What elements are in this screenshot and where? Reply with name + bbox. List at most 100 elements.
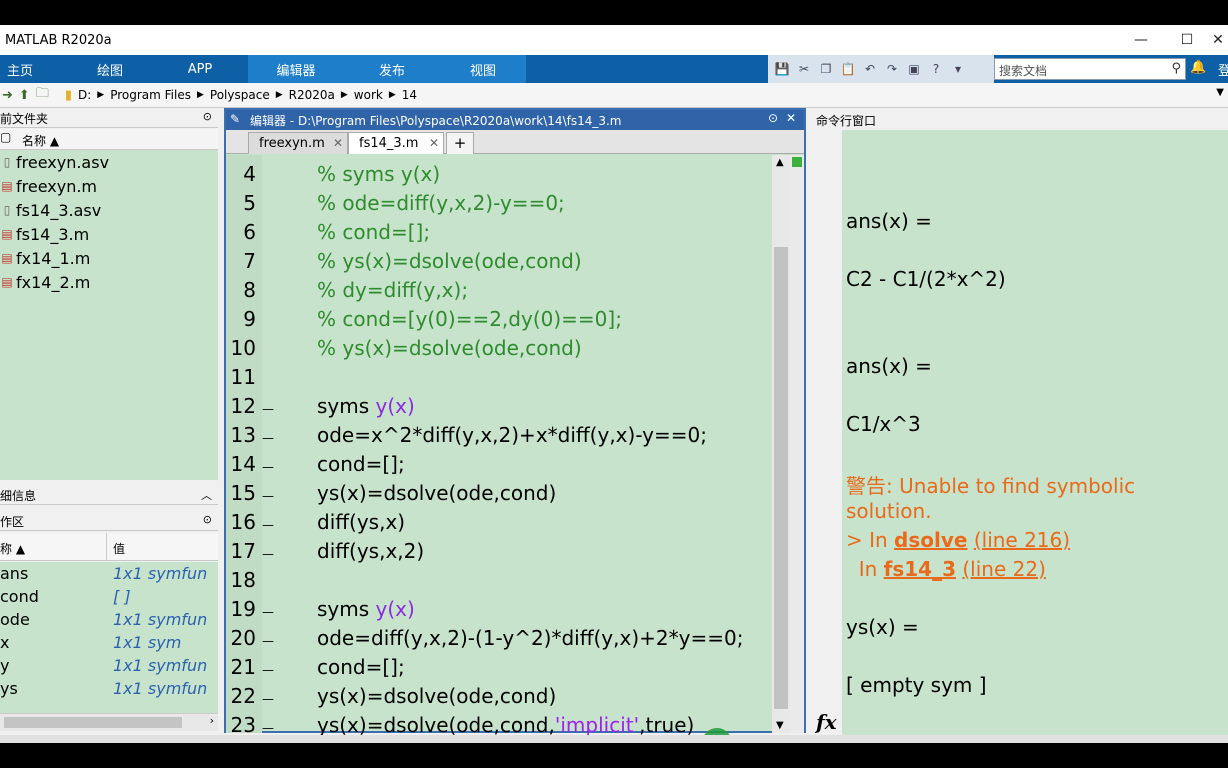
breakpoint-marker[interactable]: — — [262, 402, 274, 416]
tab-freexyn[interactable]: freexyn.m ✕ — [248, 132, 348, 154]
browse-icon[interactable]: 🗀 — [36, 84, 49, 106]
code-line[interactable]: 22 — ys(x)=dsolve(ode,cond) — [226, 684, 772, 713]
maximize-button[interactable]: ☐ — [1164, 25, 1210, 55]
tab-editor[interactable]: 编辑器 — [248, 55, 344, 83]
code-line[interactable]: 4 % syms y(x) — [226, 162, 772, 191]
close-editor-icon[interactable]: ✕ — [786, 111, 796, 125]
bell-icon[interactable]: 🔔 — [1190, 60, 1206, 75]
line-number: 14 — [230, 452, 256, 476]
code-line[interactable]: 7 % ys(x)=dsolve(ode,cond) — [226, 249, 772, 278]
dsolve-link[interactable]: dsolve — [894, 528, 967, 552]
dropdown-icon[interactable]: ▾ — [948, 59, 968, 79]
fs14-3-link[interactable]: fs14_3 — [884, 557, 956, 581]
cut-icon[interactable]: ✂ — [794, 59, 814, 79]
breakpoint-marker[interactable]: — — [262, 634, 274, 648]
table-row[interactable]: cond[ ] — [0, 585, 218, 608]
forward-icon[interactable]: ➜ — [2, 88, 13, 103]
tab-publish[interactable]: 发布 — [344, 55, 440, 83]
code-line[interactable]: 6 % cond=[]; — [226, 220, 772, 249]
code-line[interactable]: 16 — diff(ys,x) — [226, 510, 772, 539]
panel-menu-icon[interactable]: ⊙ — [203, 110, 212, 123]
breakpoint-marker[interactable]: — — [262, 431, 274, 445]
redo-icon[interactable]: ↷ — [882, 59, 902, 79]
crumb-drive[interactable]: D: ▶ — [78, 88, 104, 102]
line-number: 15 — [230, 481, 256, 505]
tab-view[interactable]: 视图 — [440, 55, 526, 83]
table-row[interactable]: ans 1x1 symfun — [0, 562, 218, 585]
help-icon[interactable]: ? — [926, 59, 946, 79]
address-dropdown-icon[interactable]: ▼ — [1216, 87, 1224, 98]
table-row[interactable]: y 1x1 symfun — [0, 654, 218, 677]
code-line[interactable]: 13 — ode=x^2*diff(y,x,2)+x*diff(y,x)-y==0; — [226, 423, 772, 452]
tab-fs14-3[interactable]: fs14_3.m ✕ — [348, 132, 444, 154]
list-item[interactable]: ▯ freexyn.asv — [0, 150, 218, 174]
breakpoint-marker[interactable]: — — [262, 605, 274, 619]
code-line[interactable]: 17 — diff(ys,x,2) — [226, 539, 772, 568]
breakpoint-marker[interactable]: — — [262, 489, 274, 503]
code-line[interactable]: 19 — syms y(x) — [226, 597, 772, 626]
code-line[interactable]: 8 % dy=diff(y,x); — [226, 278, 772, 307]
code-line[interactable]: 11 — [226, 365, 772, 394]
code-line[interactable]: 21 — cond=[]; — [226, 655, 772, 684]
close-tab-icon[interactable]: ✕ — [333, 136, 343, 150]
save-icon[interactable]: 💾 — [772, 59, 792, 79]
table-row[interactable]: x 1x1 sym — [0, 631, 218, 654]
breakpoint-marker[interactable]: — — [262, 721, 274, 735]
code-line[interactable]: 12 — syms y(x) — [226, 394, 772, 423]
close-tab-icon[interactable]: ✕ — [429, 136, 439, 150]
code-text: ys(x)=dsolve(ode,cond) — [317, 684, 557, 708]
list-item[interactable]: ▤ fx14_1.m — [0, 246, 218, 270]
crumb-polyspace[interactable]: Polyspace ▶ — [210, 88, 283, 102]
crumb-r2020a[interactable]: R2020a ▶ — [289, 88, 348, 102]
editor-vscrollbar[interactable]: ▲ ▼ — [772, 155, 790, 733]
list-item[interactable]: ▤ fs14_3.m — [0, 222, 218, 246]
breakpoint-marker[interactable]: — — [262, 460, 274, 474]
code-editor[interactable]: 4 % syms y(x) 5 % ode=diff(y,x,2)-y==0; 6 % c… — [226, 155, 772, 737]
workspace-hscrollbar[interactable]: › — [0, 713, 218, 731]
undo-icon[interactable]: ↶ — [860, 59, 880, 79]
editor-tab-strip: freexyn.m ✕ fs14_3.m ✕ + — [226, 130, 804, 154]
code-line[interactable]: 14 — cond=[]; — [226, 452, 772, 481]
table-row[interactable]: ys 1x1 symfun — [0, 677, 218, 700]
breakpoint-marker[interactable]: — — [262, 692, 274, 706]
tab-apps[interactable]: APP — [180, 55, 220, 83]
breakpoint-marker[interactable]: — — [262, 663, 274, 677]
switch-windows-icon[interactable]: ▣ — [904, 59, 924, 79]
code-line[interactable]: 20 — ode=diff(y,x,2)-(1-y^2)*diff(y,x)+2*y… — [226, 626, 772, 655]
workspace-column-header[interactable]: 称 ▲ 值 — [0, 533, 218, 561]
panel-menu-icon[interactable]: ⊙ — [768, 111, 778, 125]
code-line[interactable]: 18 — [226, 568, 772, 597]
crumb-program-files[interactable]: Program Files ▶ — [110, 88, 204, 102]
list-item[interactable]: ▤ freexyn.m — [0, 174, 218, 198]
copy-icon[interactable]: ❐ — [816, 59, 836, 79]
new-tab-button[interactable]: + — [446, 132, 474, 154]
up-folder-icon[interactable]: ⬆ — [19, 88, 30, 103]
panel-menu-icon[interactable]: ⊙ — [203, 513, 212, 526]
code-line[interactable]: 10 % ys(x)=dsolve(ode,cond) — [226, 336, 772, 365]
list-item[interactable]: ▯ fs14_3.asv — [0, 198, 218, 222]
details-header[interactable]: 细信息 ︿ — [0, 485, 218, 505]
collapse-icon[interactable]: ︿ — [201, 487, 212, 503]
crumb-work[interactable]: work ▶ — [354, 88, 396, 102]
code-line[interactable]: 15 — ys(x)=dsolve(ode,cond) — [226, 481, 772, 510]
search-icon[interactable]: ⚲ — [1171, 61, 1181, 76]
function-browser-icon[interactable]: fx — [816, 710, 837, 734]
list-item[interactable]: ▤ fx14_2.m — [0, 270, 218, 294]
code-line[interactable]: 5 % ode=diff(y,x,2)-y==0; — [226, 191, 772, 220]
table-row[interactable]: ode 1x1 symfun — [0, 608, 218, 631]
tab-home[interactable]: 主页 — [0, 55, 40, 83]
file-column-header[interactable]: ▢ 名称 ▲ — [0, 129, 218, 150]
breakpoint-marker[interactable]: — — [262, 518, 274, 532]
crumb-14[interactable]: 14 — [402, 88, 417, 102]
search-documentation-input[interactable]: 搜索文档 ⚲ — [994, 58, 1186, 80]
tab-plots[interactable]: 绘图 — [40, 55, 180, 83]
paste-icon[interactable]: 📋 — [838, 59, 858, 79]
code-text: syms y(x) — [317, 394, 415, 418]
line-216-link[interactable]: (line 216) — [974, 528, 1070, 552]
line-22-link[interactable]: (line 22) — [962, 557, 1046, 581]
code-line[interactable]: 9 % cond=[y(0)==2,dy(0)==0]; — [226, 307, 772, 336]
breakpoint-marker[interactable]: — — [262, 547, 274, 561]
close-button[interactable]: ✕ — [1208, 25, 1228, 55]
minimize-button[interactable]: — — [1118, 25, 1164, 55]
login-link[interactable]: 登 — [1218, 60, 1228, 79]
